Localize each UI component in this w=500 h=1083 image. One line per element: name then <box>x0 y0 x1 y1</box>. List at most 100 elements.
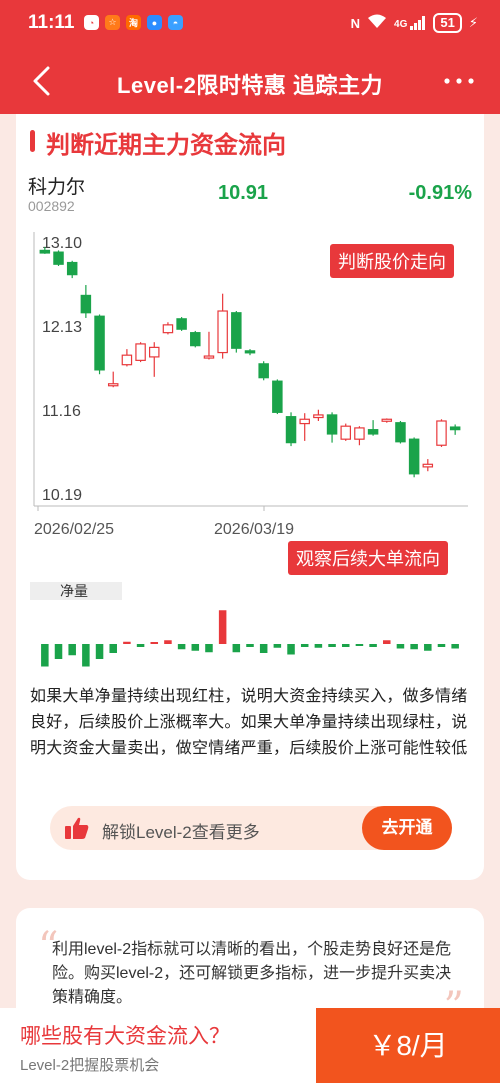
app-notification-icon: ◔ <box>84 15 99 30</box>
net-volume-bar <box>164 640 172 644</box>
unlock-banner[interactable]: 解锁Level-2查看更多 去开通 <box>50 806 452 850</box>
candle-body <box>217 310 228 354</box>
system-indicators: N 4G 51 ⚡ <box>351 13 478 33</box>
candle-body <box>313 414 324 419</box>
candle-body <box>66 261 78 276</box>
stock-change: -0.91% <box>408 182 472 204</box>
quote-text: 利用level-2指标就可以清晰的看出，个股走势良好还是危险。购买level-2… <box>52 941 452 1006</box>
candle-body <box>422 463 434 468</box>
candle-body <box>367 429 379 435</box>
stock-name: 科力尔 <box>28 177 86 198</box>
status-bar: 11:11 ◔ ☆ 淘 ● ◓ N 4G 51 ⚡ <box>0 0 500 48</box>
section-title: 判断近期主力资金流向 <box>46 132 286 159</box>
net-volume-bar <box>424 644 432 651</box>
candle-body <box>436 420 447 446</box>
net-volume-bar <box>451 644 459 649</box>
nav-bar: Level-2限时特惠 追踪主力 <box>0 48 500 114</box>
net-volume-bar <box>273 644 282 648</box>
charging-icon: ⚡ <box>468 15 478 30</box>
battery-icon: 51 <box>433 13 462 33</box>
candle-body <box>340 425 351 440</box>
x-tick-label: 2026/02/25 <box>34 521 114 538</box>
net-volume-bar <box>246 644 254 647</box>
net-volume-bar <box>191 644 200 651</box>
candle-body <box>258 363 269 379</box>
stock-price: 10.91 <box>218 182 269 204</box>
purchase-subtitle: Level-2把握股票机会 <box>20 1057 160 1074</box>
chart-area: 13.10 12.13 11.16 10.19 2026/02/25 2026/03/19… <box>16 226 484 686</box>
clock: 11:11 <box>28 12 75 33</box>
candle-body <box>39 249 51 254</box>
net-volume-bar <box>82 644 90 667</box>
candle-body <box>449 426 461 431</box>
stock-code: 002892 <box>28 198 75 214</box>
net-volume-bar <box>123 641 131 644</box>
activate-button[interactable]: 去开通 <box>362 806 452 850</box>
net-volume-bar <box>437 644 446 647</box>
y-tick-label: 12.13 <box>42 319 82 336</box>
net-volume-bar <box>177 644 186 650</box>
net-volume-bar <box>396 644 405 649</box>
net-volume-bar <box>300 644 309 647</box>
net-volume-bar <box>68 644 76 656</box>
description-text: 如果大单净量持续出现红柱，说明大资金持续买入，做多情绪良好，后续股价上涨概率大。… <box>30 688 468 757</box>
net-volume-bar <box>218 610 227 644</box>
buy-price-button[interactable]: ￥8/月 <box>316 1008 500 1083</box>
candle-body <box>107 383 119 387</box>
net-volume-bar <box>54 644 63 659</box>
net-volume-label: 净量 <box>60 583 88 599</box>
candlestick-chart: 13.10 12.13 11.16 10.19 2026/02/25 2026/03/19… <box>30 232 468 667</box>
app-notification-icon: ☆ <box>105 15 120 30</box>
flow-badge: 观察后续大单流向 <box>288 541 448 575</box>
net-volume-bar <box>314 644 323 648</box>
nfc-icon: N <box>350 15 361 31</box>
candle-body <box>203 355 215 359</box>
purchase-bar: 哪些股有大资金流入？ Level-2把握股票机会 ￥8/月 <box>0 1008 500 1083</box>
taobao-notification-icon: 淘 <box>126 15 141 30</box>
net-volume-bar <box>383 640 391 644</box>
net-volume-bar <box>95 644 104 659</box>
net-volume-bar <box>259 644 268 653</box>
purchase-title: 哪些股有大资金流入？ <box>20 1025 230 1048</box>
signal-icon: 4G <box>394 16 426 30</box>
wifi-icon <box>367 14 387 32</box>
candle-body <box>162 324 174 334</box>
notification-icons: ◔ ☆ 淘 ● ◓ <box>84 15 183 30</box>
net-volume-bar <box>328 644 336 647</box>
network-type: 4G <box>394 19 408 30</box>
section-marker <box>30 130 35 152</box>
candle-body <box>354 427 365 440</box>
page-title: Level-2限时特惠 追踪主力 <box>117 73 383 98</box>
net-volume-bar <box>205 644 213 653</box>
trend-badge: 判断股价走向 <box>330 244 454 278</box>
thumbs-up-icon <box>65 817 89 839</box>
candle-body <box>80 294 92 314</box>
candle-body <box>299 418 310 425</box>
net-volume-bar <box>355 644 364 646</box>
y-tick-label: 11.16 <box>42 403 81 420</box>
candle-body <box>285 416 297 444</box>
net-volume-bar <box>341 644 350 647</box>
candle-body <box>176 318 187 330</box>
x-tick-label: 2026/03/19 <box>214 521 294 538</box>
net-volume-bar <box>232 644 241 653</box>
candle-body <box>395 422 406 443</box>
chat-notification-icon: ● <box>147 15 162 30</box>
candle-body <box>381 418 393 422</box>
candle-body <box>53 251 64 265</box>
candle-body <box>326 414 338 435</box>
y-tick-label: 13.10 <box>42 235 82 252</box>
candle-body <box>190 332 201 347</box>
more-options-icon[interactable] <box>442 66 476 96</box>
net-volume-bar <box>136 644 145 647</box>
app-notification-icon: ◓ <box>168 15 183 30</box>
net-volume-bar <box>150 642 159 644</box>
candle-body <box>272 380 283 413</box>
net-volume-bar <box>109 644 117 653</box>
candle-body <box>408 438 420 475</box>
net-volume-bar <box>287 644 295 655</box>
candle-body <box>244 350 256 354</box>
unlock-text: 解锁Level-2查看更多 <box>102 823 260 842</box>
net-volume-bar <box>410 644 418 650</box>
candle-body <box>149 346 160 358</box>
